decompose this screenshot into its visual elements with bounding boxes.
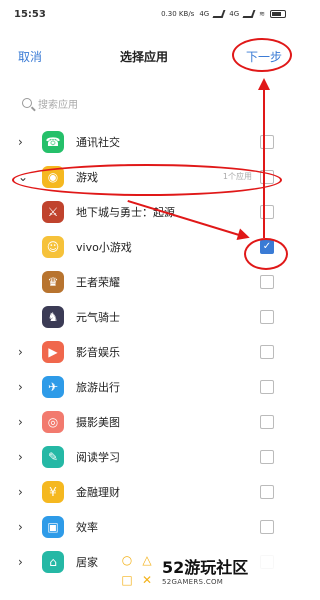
watermark-logo: ○ △ □ ✕ <box>121 553 153 587</box>
checkbox[interactable] <box>260 204 274 219</box>
camera-icon: ◎ <box>42 410 64 433</box>
chevron-down-icon[interactable]: ⌄ <box>18 170 42 184</box>
signal-icon <box>212 10 226 18</box>
game-dnf-icon: ⚔ <box>42 200 64 223</box>
category-row[interactable]: › ▣ 效率 <box>0 509 300 544</box>
chevron-right-icon[interactable]: › <box>18 345 42 359</box>
checkbox[interactable] <box>260 274 274 289</box>
row-label: 王者荣耀 <box>76 275 120 289</box>
video-icon: ▶ <box>42 340 64 363</box>
game-honor-icon: ♛ <box>42 270 64 293</box>
app-row[interactable]: ›☺vivo小游戏✓ <box>0 229 300 264</box>
wifi-icon: ≋ <box>259 10 265 18</box>
category-list: ›☎通讯社交⌄◉游戏1个应用›⚔地下城与勇士：起源›☺vivo小游戏✓›♛王者荣… <box>0 124 300 579</box>
row-label: 摄影美图 <box>76 415 120 429</box>
category-row[interactable]: › ✎ 阅读学习 <box>0 439 300 474</box>
search-bar[interactable]: 搜索应用 <box>22 92 282 114</box>
row-label: 效率 <box>76 520 98 534</box>
annotation-arrowhead-up <box>258 78 270 90</box>
row-label: 阅读学习 <box>76 450 120 464</box>
checkbox[interactable] <box>260 344 274 359</box>
chevron-right-icon[interactable]: › <box>18 415 42 429</box>
row-label: 地下城与勇士：起源 <box>76 205 175 219</box>
signal-icon-2 <box>242 10 256 18</box>
chevron-right-icon[interactable]: › <box>18 135 42 149</box>
checkbox[interactable] <box>260 449 274 464</box>
category-row[interactable]: › ☎ 通讯社交 <box>0 124 300 159</box>
app-count: 1个应用 <box>222 172 252 181</box>
category-row[interactable]: › ¥ 金融理财 <box>0 474 300 509</box>
cart-icon: ⌂ <box>42 550 64 573</box>
row-label: 金融理财 <box>76 485 120 499</box>
cancel-button[interactable]: 取消 <box>18 48 42 65</box>
status-time: 15:53 <box>14 8 46 20</box>
category-row[interactable]: › ▶ 影音娱乐 <box>0 334 300 369</box>
signal-label-1: 4G <box>199 10 210 18</box>
checkbox[interactable]: ✓ <box>260 239 274 254</box>
vivo-minigame-icon: ☺ <box>42 235 64 258</box>
category-row[interactable]: › ✈ 旅游出行 <box>0 369 300 404</box>
checkbox[interactable] <box>260 169 274 184</box>
row-label: 旅游出行 <box>76 380 120 394</box>
row-label: 影音娱乐 <box>76 345 120 359</box>
gamepad-icon: ◉ <box>42 165 64 188</box>
game-knight-icon: ♞ <box>42 305 64 328</box>
checkbox[interactable] <box>260 134 274 149</box>
chevron-right-icon[interactable]: › <box>18 485 42 499</box>
watermark-text: 52游玩社区 52GAMERS.COM <box>162 554 248 586</box>
chevron-right-icon[interactable]: › <box>18 380 42 394</box>
row-label: 游戏 <box>76 170 98 184</box>
status-bar: 15:53 0.30 KB/s 4G 4G ≋ <box>0 0 300 28</box>
watermark-sub: 52GAMERS.COM <box>162 578 224 586</box>
battery-icon <box>270 10 286 18</box>
checkbox[interactable] <box>260 519 274 534</box>
header: 取消 选择应用 下一步 <box>0 38 300 74</box>
net-speed: 0.30 KB/s <box>161 10 195 18</box>
finance-icon: ¥ <box>42 480 64 503</box>
app-row[interactable]: ›♞元气骑士 <box>0 299 300 334</box>
row-label: 通讯社交 <box>76 135 120 149</box>
search-placeholder: 搜索应用 <box>38 99 78 111</box>
chevron-right-icon[interactable]: › <box>18 520 42 534</box>
category-row[interactable]: › ◎ 摄影美图 <box>0 404 300 439</box>
signal-label-2: 4G <box>229 10 240 18</box>
status-icons: 0.30 KB/s 4G 4G ≋ <box>161 10 286 18</box>
checkbox[interactable] <box>260 484 274 499</box>
app-row[interactable]: ›⚔地下城与勇士：起源 <box>0 194 300 229</box>
next-step-button[interactable]: 下一步 <box>246 48 282 65</box>
briefcase-icon: ▣ <box>42 515 64 538</box>
page-title: 选择应用 <box>119 49 168 64</box>
row-label: vivo小游戏 <box>76 240 132 254</box>
plane-icon: ✈ <box>42 375 64 398</box>
watermark-main: 52游玩社区 <box>162 558 249 577</box>
chevron-right-icon[interactable]: › <box>18 555 42 569</box>
checkbox[interactable] <box>260 414 274 429</box>
education-icon: ✎ <box>42 445 64 468</box>
category-row[interactable]: ⌄ ◉ 游戏 1个应用 <box>0 159 300 194</box>
row-label: 元气骑士 <box>76 310 120 324</box>
watermark: ○ △ □ ✕ 52游玩社区 52GAMERS.COM <box>118 548 300 592</box>
checkbox[interactable] <box>260 379 274 394</box>
search-icon <box>22 98 32 108</box>
app-row[interactable]: ›♛王者荣耀 <box>0 264 300 299</box>
chevron-right-icon[interactable]: › <box>18 450 42 464</box>
checkbox[interactable] <box>260 309 274 324</box>
phone-icon: ☎ <box>42 130 64 153</box>
